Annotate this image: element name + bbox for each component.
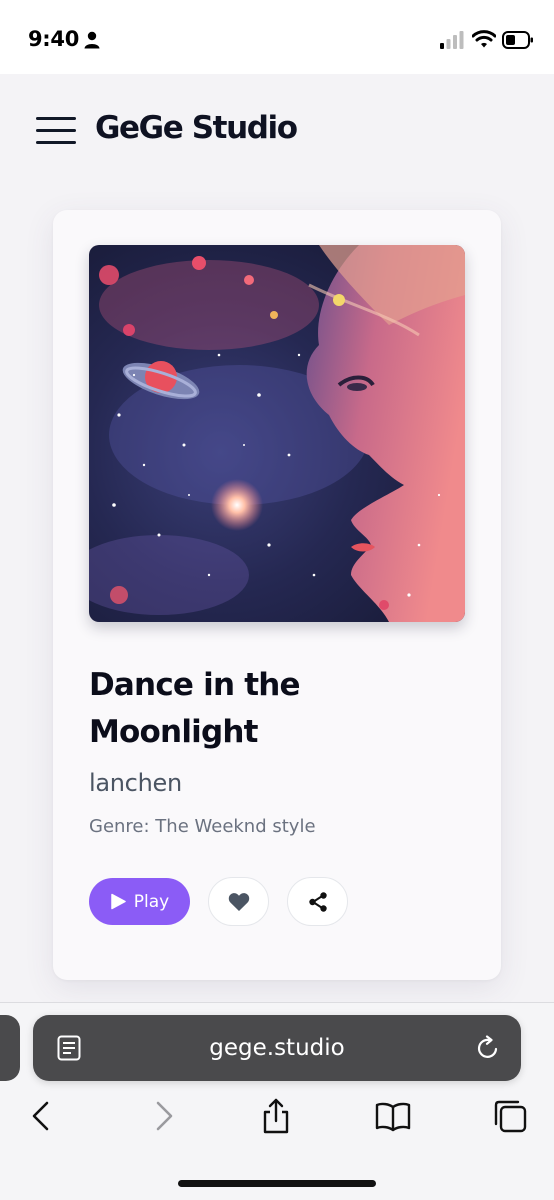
cellular-signal-icon — [440, 31, 464, 49]
share-button[interactable] — [287, 877, 348, 926]
heart-icon — [228, 892, 249, 911]
bookmarks-icon[interactable] — [375, 1098, 411, 1134]
status-time: 9:40 — [28, 27, 80, 51]
hamburger-menu-icon[interactable] — [36, 114, 76, 146]
share-icon — [308, 891, 327, 912]
url-bar[interactable]: gege.studio — [33, 1015, 521, 1081]
previous-tab-peek[interactable] — [0, 1015, 20, 1081]
play-button[interactable]: Play — [89, 878, 190, 925]
person-icon — [84, 31, 100, 49]
wifi-icon — [472, 30, 496, 48]
genre-label: Genre: The Weeknd style — [89, 816, 316, 837]
url-text[interactable]: gege.studio — [33, 1035, 521, 1061]
home-indicator — [178, 1180, 376, 1187]
like-button[interactable] — [208, 877, 269, 926]
reload-icon[interactable] — [476, 1035, 500, 1061]
tabs-icon[interactable] — [492, 1098, 528, 1134]
back-arrow-icon[interactable] — [24, 1098, 60, 1134]
song-title: Dance in the Moonlight — [89, 667, 301, 750]
battery-icon — [502, 31, 533, 49]
play-label: Play — [133, 891, 170, 912]
forward-arrow-icon[interactable] — [145, 1098, 181, 1134]
share-up-icon[interactable] — [258, 1098, 294, 1134]
cosmic-portrait-artwork — [89, 245, 465, 622]
status-bar: 9:40 — [0, 0, 554, 74]
play-icon — [111, 893, 126, 910]
artist-name[interactable]: lanchen — [89, 769, 182, 797]
cover-art[interactable] — [89, 245, 465, 622]
brand-title[interactable]: GeGe Studio — [95, 110, 298, 146]
song-card: Dance in the Moonlight lanchen Genre: Th… — [53, 210, 501, 980]
